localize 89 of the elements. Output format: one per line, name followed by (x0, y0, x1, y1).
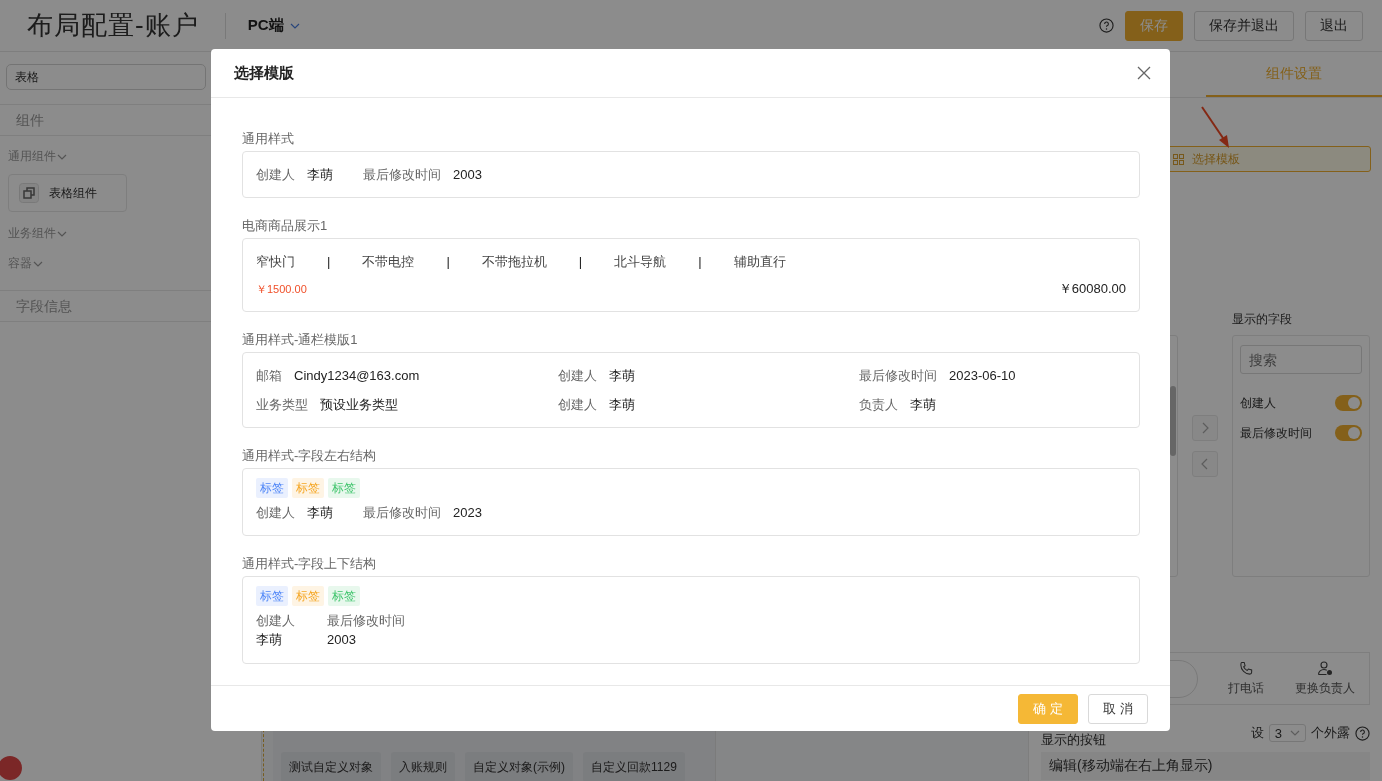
cancel-button[interactable]: 取 消 (1088, 693, 1148, 724)
header-button[interactable]: 退出 (1305, 10, 1363, 41)
template-card[interactable]: 邮箱 Cindy1234@163.com 创建人 李萌 最后修改时间 2023-06-10 业务类型 预设业务类型 创建人 李萌 负责人 李萌 (242, 352, 1140, 428)
field-label: 业务类型 (256, 396, 308, 414)
field-label: 创建人 (256, 612, 296, 630)
page-title: 布局配置-账户 (27, 9, 199, 42)
tag: 标签 (292, 478, 324, 498)
section-label: 显示的按钮 (1041, 732, 1106, 748)
chevron-left-icon (1201, 458, 1210, 470)
component-card[interactable]: 表格组件 (8, 174, 127, 212)
template-title: 通用样式-字段左右结构 (242, 447, 378, 465)
spec-label: 窄快门 (256, 253, 295, 271)
spec-label: 不带拖拉机 (481, 253, 547, 271)
field-value: 2023-06-10 (949, 367, 1016, 385)
tag: 标签 (328, 586, 360, 606)
field-value: 李萌 (910, 396, 936, 414)
field-value: 2023 (453, 504, 482, 522)
template-card[interactable]: 窄快门 | 不带电控 | 不带拖拉机 | 北斗导航 | 辅助直行 ￥1500.00 ￥60080.00 (242, 238, 1140, 312)
spec-label: 北斗导航 (614, 253, 667, 271)
person-icon (1317, 660, 1333, 676)
toggle-switch[interactable] (1335, 395, 1362, 411)
tag: 标签 (292, 586, 324, 606)
button-list-item[interactable]: 编辑(移动端在右上角显示) (1041, 752, 1370, 780)
field-value: 李萌 (307, 166, 333, 184)
tag: 标签 (256, 586, 288, 606)
spec-label: 不带电控 (362, 253, 415, 271)
search-field[interactable]: 搜索 (1240, 345, 1362, 374)
template-card[interactable]: 标签 标签 标签 创建人 李萌 最后修改时间 2023 (242, 468, 1140, 536)
field-value: Cindy1234@163.com (294, 367, 420, 385)
scrollbar (1170, 386, 1177, 456)
field-label: 创建人 (558, 396, 597, 414)
template-card[interactable]: 创建人 李萌 最后修改时间 2003 (242, 151, 1140, 198)
tag: 标签 (328, 478, 360, 498)
field-label: 负责人 (859, 396, 898, 414)
move-right-button[interactable] (1192, 415, 1219, 441)
separator: | (327, 253, 331, 271)
field-label: 最后修改时间 (363, 504, 441, 522)
count-select[interactable]: 3 (1268, 724, 1306, 742)
action-button[interactable]: 更换负责人 (1281, 660, 1369, 697)
field-label: 最后修改时间 (1240, 424, 1312, 442)
toggle-switch[interactable] (1335, 425, 1362, 441)
field-label: 创建人 (256, 166, 295, 184)
panel-label: 显示的字段 (1232, 312, 1293, 328)
setting-label: 设 (1250, 724, 1264, 742)
field-value: 2003 (327, 631, 357, 649)
component-icon (19, 183, 39, 203)
platform-dropdown[interactable]: PC端 (247, 16, 300, 35)
field-value: 李萌 (609, 396, 635, 414)
separator: | (698, 253, 702, 271)
action-button[interactable]: 打电话 (1211, 660, 1281, 697)
spec-label: 辅助直行 (733, 253, 786, 271)
chevron-down-icon (1290, 728, 1300, 738)
field-label: 邮箱 (256, 367, 282, 385)
field-label: 最后修改时间 (327, 612, 405, 630)
field-label: 最后修改时间 (859, 367, 937, 385)
field-value: 李萌 (256, 631, 283, 649)
field-label: 创建人 (256, 504, 295, 522)
template-card[interactable]: 标签 标签 标签 创建人 李萌 最后修改时间 2003 (242, 576, 1140, 664)
field-value: 预设业务类型 (320, 396, 398, 414)
setting-label: 个外露 (1311, 724, 1350, 742)
help-icon (1099, 18, 1114, 33)
phone-icon (1238, 660, 1254, 676)
separator: | (446, 253, 450, 271)
template-title: 电商商品展示1 (242, 217, 329, 235)
object-chip[interactable]: 自定义对象(示例) (465, 752, 573, 781)
object-chip[interactable]: 入账规则 (391, 752, 455, 781)
total-price: ￥60080.00 (1058, 280, 1126, 298)
field-label: 创建人 (558, 367, 597, 385)
field-value: 2003 (453, 166, 482, 184)
floating-button[interactable] (0, 756, 22, 780)
search-field[interactable]: 表格 (6, 64, 206, 90)
help-icon (1355, 725, 1370, 741)
field-label: 最后修改时间 (363, 166, 441, 184)
header-button[interactable]: 保存并退出 (1194, 10, 1294, 41)
chevron-right-icon (1201, 422, 1210, 434)
move-left-button[interactable] (1192, 451, 1219, 477)
template-title: 通用样式-字段上下结构 (242, 555, 378, 573)
field-value: 李萌 (609, 367, 635, 385)
close-icon (1136, 65, 1152, 81)
tag: 标签 (256, 478, 288, 498)
separator: | (578, 253, 583, 271)
field-label: 创建人 (1240, 394, 1276, 412)
template-title: 通用样式-通栏模版1 (242, 331, 359, 349)
grid-icon (1172, 153, 1184, 165)
close-button[interactable] (1136, 65, 1152, 81)
object-chip[interactable]: 测试自定义对象 (281, 752, 381, 781)
field-value: 李萌 (307, 504, 333, 522)
object-chip[interactable]: 自定义回款1129 (583, 752, 685, 781)
dialog-title: 选择模版 (234, 63, 294, 83)
